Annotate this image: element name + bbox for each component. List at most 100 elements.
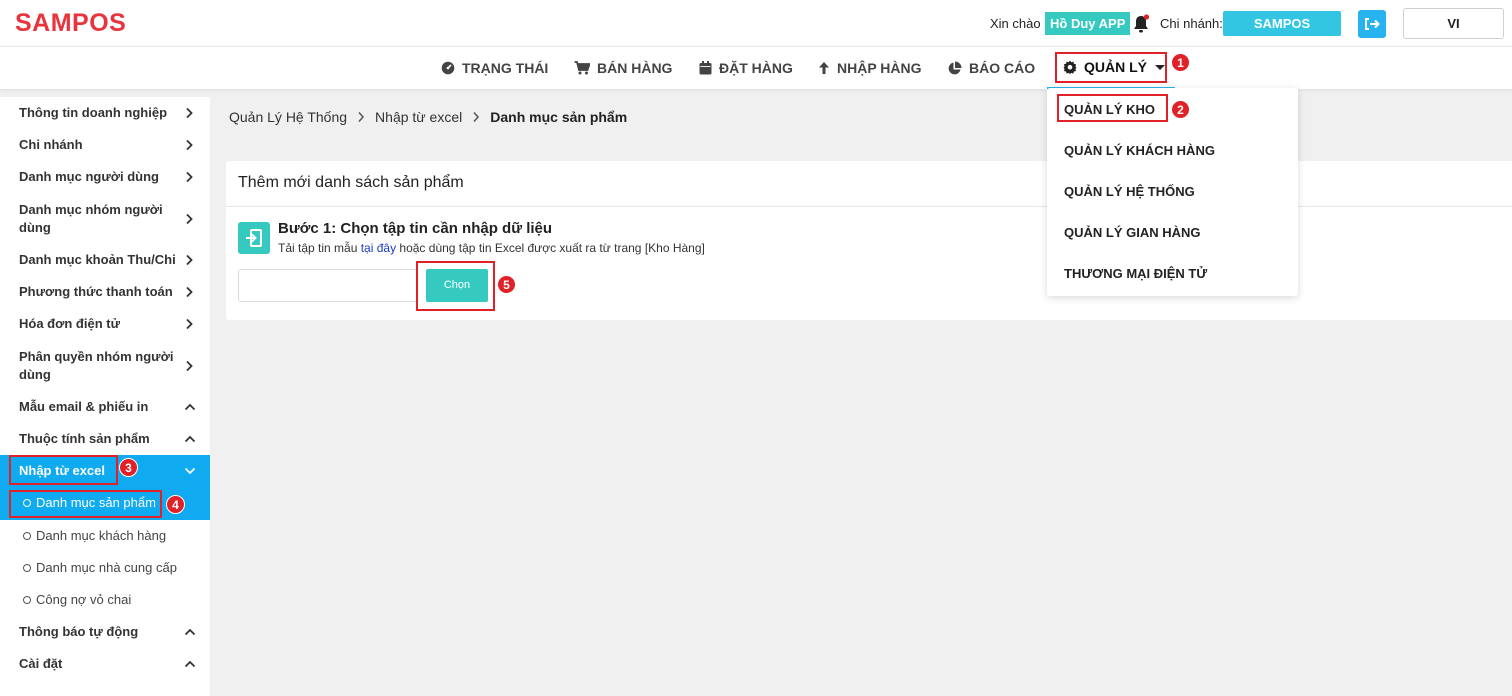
chevron-right-icon <box>186 318 193 330</box>
nav-label: BÁO CÁO <box>969 60 1036 76</box>
chevron-right-icon <box>186 107 193 119</box>
circle-icon <box>23 564 31 572</box>
sidebar-item-label: Thông báo tự động <box>19 624 139 639</box>
sidebar-item-phan-quyen-nhom-nguoi-dung[interactable]: Phân quyền nhóm người dùng <box>0 347 210 385</box>
dropdown-item-quan-ly-he-thong[interactable]: QUẢN LÝ HỆ THỐNG <box>1064 184 1195 199</box>
template-download-link[interactable]: tại đây <box>361 241 396 255</box>
nav-label: NHẬP HÀNG <box>837 60 922 76</box>
sidebar-item-chi-nhanh[interactable]: Chi nhánh <box>0 130 210 160</box>
cart-icon <box>574 61 590 75</box>
main-nav: TRẠNG THÁI BÁN HÀNG ĐẶT HÀNG NHẬP HÀNG B… <box>0 47 1512 89</box>
logout-icon <box>1365 18 1380 30</box>
chevron-right-icon <box>186 139 193 151</box>
nav-item-trang-thai[interactable]: TRẠNG THÁI <box>441 47 548 89</box>
chevron-right-icon <box>186 254 193 266</box>
top-header: SAMPOS Xin chào Hồ Duy APP Chi nhánh: SA… <box>0 0 1512 47</box>
sidebar-item-hoa-don-dien-tu[interactable]: Hóa đơn điện tử <box>0 309 210 339</box>
sidebar-item-label: Phương thức thanh toán <box>19 284 173 299</box>
sidebar-item-label: Hóa đơn điện tử <box>19 316 120 331</box>
sidebar-subitem-cong-no-vo-chai[interactable]: Công nợ vỏ chai <box>0 584 210 616</box>
dropdown-item-quan-ly-gian-hang[interactable]: QUẢN LÝ GIAN HÀNG <box>1064 225 1201 240</box>
sidebar-item-danh-muc-nhom-nguoi-dung[interactable]: Danh mục nhóm người dùng <box>0 200 210 238</box>
nav-item-nhap-hang[interactable]: NHẬP HÀNG <box>818 47 922 89</box>
step-marker-3: 3 <box>119 458 138 477</box>
sidebar-item-label: Phân quyền nhóm người dùng <box>19 349 174 382</box>
sidebar-item-label: Thông tin doanh nghiệp <box>19 105 168 120</box>
desc-text-before: Tải tập tin mẫu <box>278 241 361 255</box>
sidebar-subitem-label: Danh mục nhà cung cấp <box>36 560 177 575</box>
step-title: Bước 1: Chọn tập tin cần nhập dữ liệu <box>278 220 553 237</box>
circle-icon <box>23 596 31 604</box>
chevron-down-icon <box>184 467 196 475</box>
step-marker-1: 1 <box>1171 53 1190 72</box>
sidebar-item-phuong-thuc-thanh-toan[interactable]: Phương thức thanh toán <box>0 277 210 307</box>
card-title: Thêm mới danh sách sản phẩm <box>238 174 464 191</box>
sidebar-subitem-danh-muc-khach-hang[interactable]: Danh mục khách hàng <box>0 520 210 552</box>
chevron-up-icon <box>184 660 196 668</box>
circle-icon <box>23 532 31 540</box>
file-path-input[interactable] <box>238 269 418 302</box>
nav-label: TRẠNG THÁI <box>462 60 549 76</box>
bell-icon[interactable] <box>1132 14 1150 34</box>
divider <box>226 206 1512 207</box>
sidebar-item-danh-muc-nguoi-dung[interactable]: Danh mục người dùng <box>0 162 210 192</box>
dropdown-item-quan-ly-khach-hang[interactable]: QUẢN LÝ KHÁCH HÀNG <box>1064 143 1215 158</box>
chevron-up-icon <box>184 628 196 636</box>
sidebar-item-mau-email-phieu-in[interactable]: Mẫu email & phiếu in <box>0 392 210 422</box>
nav-item-ban-hang[interactable]: BÁN HÀNG <box>574 47 672 89</box>
logout-button[interactable] <box>1358 10 1386 38</box>
highlight-box-quan-ly-kho <box>1057 94 1168 122</box>
highlight-box-danh-muc-san-pham <box>9 490 162 518</box>
dashboard-icon <box>441 61 455 75</box>
calendar-icon <box>699 61 712 75</box>
sidebar-subitem-label: Danh mục khách hàng <box>36 528 167 543</box>
sidebar-item-label: Danh mục khoản Thu/Chi <box>19 252 176 267</box>
sampos-logo[interactable]: SAMPOS <box>15 9 126 38</box>
step-marker-2: 2 <box>1171 100 1190 119</box>
greeting-text: Xin chào <box>990 16 1041 31</box>
sidebar-item-thuoc-tinh-san-pham[interactable]: Thuộc tính sản phẩm <box>0 424 210 454</box>
dropdown-item-thuong-mai-dien-tu[interactable]: THƯƠNG MẠI ĐIỆN TỬ <box>1064 266 1207 281</box>
pie-chart-icon <box>948 61 962 74</box>
chevron-up-icon <box>184 403 196 411</box>
highlight-box-nhap-tu-excel <box>9 455 118 485</box>
arrow-up-icon <box>819 62 829 74</box>
breadcrumb-item-nhap-tu-excel[interactable]: Nhập từ excel <box>375 109 462 125</box>
sidebar-item-label: Chi nhánh <box>19 137 83 152</box>
sidebar-item-thong-tin-doanh-nghiep[interactable]: Thông tin doanh nghiệp <box>0 98 210 128</box>
branch-label: Chi nhánh: <box>1160 16 1223 31</box>
sidebar-item-label: Cài đặt <box>19 656 63 671</box>
breadcrumb-item-quan-ly-he-thong[interactable]: Quản Lý Hệ Thống <box>229 109 347 125</box>
highlight-box-quan-ly <box>1055 52 1167 83</box>
nav-item-bao-cao[interactable]: BÁO CÁO <box>947 47 1035 89</box>
desc-text-after: hoặc dùng tập tin Excel được xuất ra từ … <box>396 241 705 255</box>
sidebar-item-thong-bao-tu-dong[interactable]: Thông báo tự động <box>0 617 210 647</box>
step-marker-5: 5 <box>497 275 516 294</box>
step-marker-4: 4 <box>166 495 185 514</box>
sidebar-item-label: Thuộc tính sản phẩm <box>19 431 150 446</box>
highlight-box-choose <box>416 261 495 311</box>
language-select-button[interactable]: VI <box>1403 8 1504 39</box>
sidebar-item-cai-dat[interactable]: Cài đặt <box>0 649 210 679</box>
branch-select-button[interactable]: SAMPOS <box>1223 11 1341 36</box>
import-file-icon <box>238 222 270 254</box>
step-description: Tải tập tin mẫu tại đây hoặc dùng tập ti… <box>278 241 705 255</box>
chevron-right-icon <box>358 112 365 122</box>
chevron-right-icon <box>186 360 193 372</box>
nav-label: BÁN HÀNG <box>597 60 673 76</box>
breadcrumb: Quản Lý Hệ Thống Nhập từ excel Danh mục … <box>229 109 627 125</box>
breadcrumb-current: Danh mục sản phẩm <box>490 109 628 125</box>
sidebar-subitem-danh-muc-nha-cung-cap[interactable]: Danh mục nhà cung cấp <box>0 552 210 584</box>
chevron-right-icon <box>473 112 480 122</box>
nav-item-dat-hang[interactable]: ĐẶT HÀNG <box>699 47 793 89</box>
sidebar-item-label: Danh mục người dùng <box>19 169 159 184</box>
sidebar-item-label: Mẫu email & phiếu in <box>19 399 149 414</box>
chevron-right-icon <box>186 213 193 225</box>
nav-label: ĐẶT HÀNG <box>719 60 793 76</box>
sidebar-item-danh-muc-khoan-thu-chi[interactable]: Danh mục khoản Thu/Chi <box>0 245 210 275</box>
chevron-right-icon <box>186 286 193 298</box>
chevron-right-icon <box>186 171 193 183</box>
sidebar-subitem-label: Công nợ vỏ chai <box>36 592 132 607</box>
chevron-up-icon <box>184 435 196 443</box>
user-name-badge[interactable]: Hồ Duy APP <box>1045 12 1131 35</box>
